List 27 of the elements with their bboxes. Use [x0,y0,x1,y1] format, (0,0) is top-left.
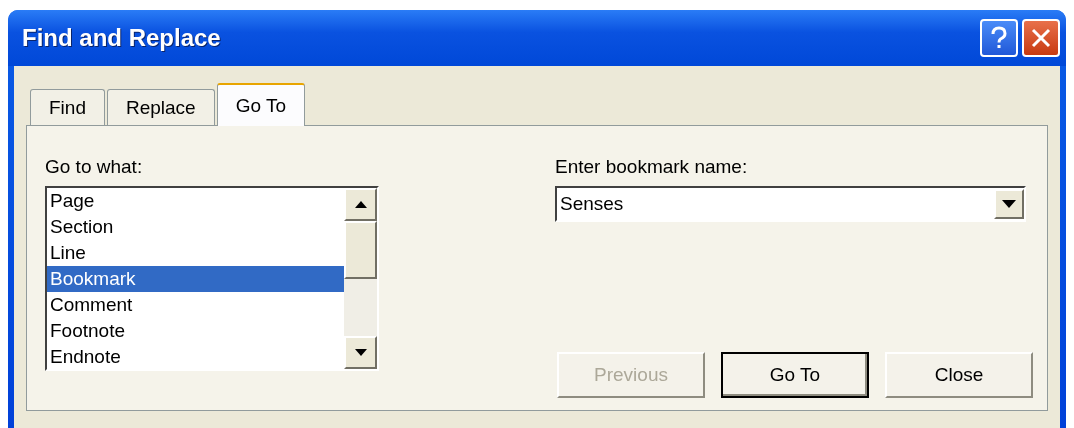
window-title: Find and Replace [22,24,221,52]
scrollbar-thumb[interactable] [344,221,377,279]
tab[interactable]: Go To [216,83,306,126]
tab[interactable]: Find [30,89,105,125]
list-item[interactable]: Page [47,188,344,214]
down-arrow-icon [354,349,367,356]
list-item[interactable]: Comment [47,292,344,318]
close-icon [1031,28,1051,48]
bookmark-combo-box[interactable]: Senses [555,186,1026,222]
tab[interactable]: Replace [106,89,215,125]
dropdown-button[interactable] [994,189,1024,219]
field-label: Enter bookmark name: [555,156,749,178]
help-button[interactable] [980,19,1018,57]
list-item[interactable]: Footnote [47,318,344,344]
dialog-button[interactable]: Go To [721,352,869,398]
up-arrow-icon [354,201,367,208]
close-button[interactable] [1022,19,1060,57]
list-item[interactable]: Section [47,214,344,240]
list-item[interactable]: Line [47,240,344,266]
list-item[interactable]: Bookmark [47,266,344,292]
caret-icon [1002,200,1016,208]
list-box[interactable]: Page Section Line Bookmark Comment Footnote Endnote [45,186,379,371]
scroll-down-button[interactable] [344,336,377,369]
field-label: Go to what: [45,156,144,178]
scroll-up-button[interactable] [344,188,377,221]
dialog-button[interactable]: Close [885,352,1033,398]
list-item[interactable]: Endnote [47,344,344,370]
